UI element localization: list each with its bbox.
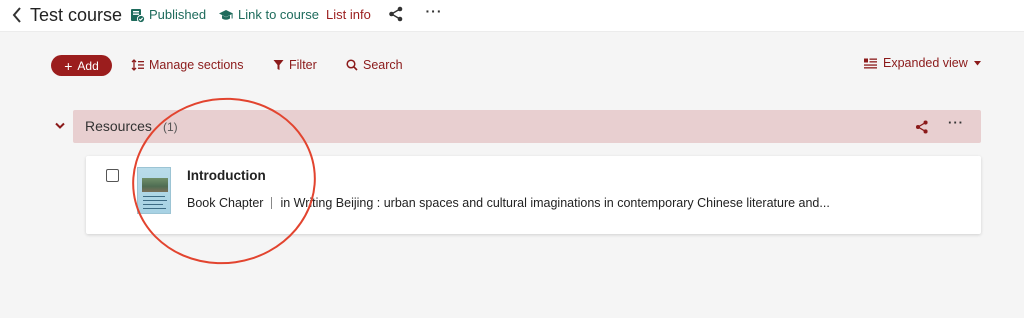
link-to-course-label: Link to course bbox=[238, 7, 319, 22]
item-type: Book Chapter bbox=[187, 196, 264, 210]
more-options-button[interactable]: ··· bbox=[424, 4, 444, 22]
graduation-cap-icon bbox=[219, 9, 233, 20]
cover-text-line bbox=[143, 208, 166, 209]
chevron-down-icon bbox=[55, 122, 65, 129]
caret-down-icon bbox=[973, 60, 981, 65]
section-item-count: (1) bbox=[163, 120, 178, 134]
search-label: Search bbox=[363, 58, 403, 72]
book-cover-thumbnail bbox=[137, 167, 171, 214]
back-button[interactable] bbox=[8, 4, 26, 26]
item-meta: Book Chapter in Writing Beijing : urban … bbox=[187, 195, 830, 211]
more-icon: ··· bbox=[425, 3, 443, 19]
list-info-link[interactable]: List info bbox=[326, 6, 371, 24]
sort-icon bbox=[131, 59, 144, 71]
list-view-icon bbox=[864, 58, 877, 68]
search-button[interactable]: Search bbox=[346, 57, 403, 73]
cover-text-line bbox=[143, 196, 165, 197]
cover-text-line bbox=[143, 204, 163, 205]
section-header: Resources (1) ··· bbox=[73, 110, 981, 143]
item-source: in Writing Beijing : urban spaces and cu… bbox=[280, 196, 830, 210]
chevron-left-icon bbox=[12, 7, 21, 23]
link-to-course-button[interactable]: Link to course bbox=[218, 6, 319, 24]
share-icon bbox=[915, 120, 928, 134]
collapse-section-toggle[interactable] bbox=[54, 118, 68, 132]
cover-text-line bbox=[143, 200, 167, 201]
section-title: Resources bbox=[85, 118, 152, 134]
more-icon: ··· bbox=[948, 115, 964, 130]
plus-icon: + bbox=[64, 57, 73, 74]
search-icon bbox=[346, 59, 358, 71]
filter-icon bbox=[273, 60, 284, 70]
filter-label: Filter bbox=[289, 58, 317, 72]
cover-image bbox=[142, 178, 168, 192]
published-label: Published bbox=[149, 7, 207, 22]
share-button[interactable] bbox=[387, 5, 405, 23]
published-icon bbox=[131, 8, 145, 23]
meta-divider bbox=[271, 197, 273, 209]
section-more-button[interactable]: ··· bbox=[946, 116, 966, 132]
filter-button[interactable]: Filter bbox=[273, 57, 317, 73]
share-icon bbox=[389, 6, 403, 22]
course-title: Test course bbox=[30, 5, 123, 25]
add-button[interactable]: + Add bbox=[51, 55, 112, 76]
manage-sections-label: Manage sections bbox=[149, 58, 244, 72]
section-share-button[interactable] bbox=[914, 119, 930, 135]
manage-sections-button[interactable]: Manage sections bbox=[131, 57, 244, 73]
view-label: Expanded view bbox=[883, 56, 968, 70]
item-checkbox[interactable] bbox=[106, 169, 119, 182]
add-label: Add bbox=[77, 58, 99, 73]
view-selector[interactable]: Expanded view bbox=[864, 55, 981, 71]
published-status: Published bbox=[130, 6, 206, 24]
item-title[interactable]: Introduction bbox=[187, 167, 266, 184]
course-header: Test course Published Link to course Lis… bbox=[0, 0, 1024, 32]
list-item[interactable]: Introduction Book Chapter in Writing Bei… bbox=[86, 156, 981, 234]
